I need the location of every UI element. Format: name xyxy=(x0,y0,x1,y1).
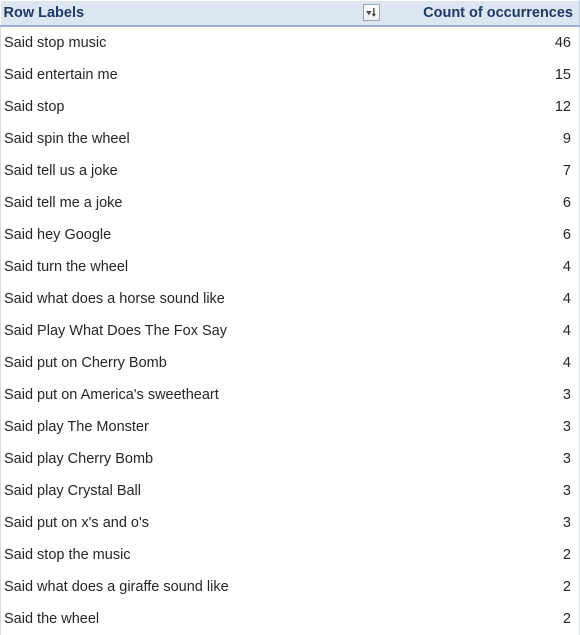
row-count-cell[interactable]: 6 xyxy=(359,186,580,219)
column-header-count-of-occurrences[interactable]: Count of occurrences xyxy=(359,0,580,27)
count-header-inner: Count of occurrences xyxy=(362,4,576,22)
table-row[interactable]: Said put on Cherry Bomb 4 xyxy=(0,346,580,379)
table-row[interactable]: Said what does a horse sound like 4 xyxy=(0,282,580,315)
row-label-cell[interactable]: Said stop the music xyxy=(0,538,360,571)
table-row[interactable]: Said hey Google 6 xyxy=(0,218,580,251)
row-count-cell[interactable]: 3 xyxy=(359,506,580,539)
row-label-cell[interactable]: Said stop music xyxy=(0,25,360,59)
table-row[interactable]: Said play The Monster 3 xyxy=(0,410,580,443)
sort-descending-filter-icon[interactable] xyxy=(362,4,380,22)
table-row[interactable]: Said Play What Does The Fox Say 4 xyxy=(0,314,580,347)
pivot-table: Row Labels Count of occurrences Said sto… xyxy=(0,0,580,635)
table-row[interactable]: Said the wheel 2 xyxy=(0,602,580,635)
column-header-count-text: Count of occurrences xyxy=(423,4,573,21)
row-label-cell[interactable]: Said put on Cherry Bomb xyxy=(0,346,360,379)
row-count-cell[interactable]: 2 xyxy=(359,570,580,603)
row-count-cell[interactable]: 4 xyxy=(359,346,580,379)
row-label-cell[interactable]: Said play Crystal Ball xyxy=(0,474,360,507)
row-label-cell[interactable]: Said put on x's and o's xyxy=(0,506,360,539)
table-row[interactable]: Said tell us a joke 7 xyxy=(0,154,580,187)
pivot-table-body: Said stop music 46 Said entertain me 15 Said… xyxy=(0,25,580,635)
row-label-cell[interactable]: Said turn the wheel xyxy=(0,250,360,283)
row-label-cell[interactable]: Said put on America's sweetheart xyxy=(0,378,360,411)
row-label-cell[interactable]: Said tell me a joke xyxy=(0,186,360,219)
table-row[interactable]: Said play Crystal Ball 3 xyxy=(0,474,580,507)
row-label-cell[interactable]: Said stop xyxy=(0,90,360,123)
table-row[interactable]: Said stop 12 xyxy=(0,90,580,123)
table-row[interactable]: Said play Cherry Bomb 3 xyxy=(0,442,580,475)
table-row[interactable]: Said stop the music 2 xyxy=(0,538,580,571)
table-row[interactable]: Said put on America's sweetheart 3 xyxy=(0,378,580,411)
row-count-cell[interactable]: 6 xyxy=(359,218,580,251)
row-label-cell[interactable]: Said tell us a joke xyxy=(0,154,360,187)
row-label-cell[interactable]: Said what does a horse sound like xyxy=(0,282,360,315)
row-count-cell[interactable]: 7 xyxy=(359,154,580,187)
row-count-cell[interactable]: 3 xyxy=(359,442,580,475)
header-row: Row Labels Count of occurrences xyxy=(0,0,580,27)
row-label-cell[interactable]: Said spin the wheel xyxy=(0,122,360,155)
row-label-cell[interactable]: Said play Cherry Bomb xyxy=(0,442,360,475)
row-label-cell[interactable]: Said Play What Does The Fox Say xyxy=(0,314,360,347)
table-row[interactable]: Said entertain me 15 xyxy=(0,58,580,91)
row-count-cell[interactable]: 9 xyxy=(359,122,580,155)
row-label-cell[interactable]: Said play The Monster xyxy=(0,410,360,443)
row-count-cell[interactable]: 4 xyxy=(359,250,580,283)
row-count-cell[interactable]: 2 xyxy=(359,602,580,635)
row-count-cell[interactable]: 3 xyxy=(359,410,580,443)
row-count-cell[interactable]: 2 xyxy=(359,538,580,571)
row-count-cell[interactable]: 15 xyxy=(359,58,580,91)
row-label-cell[interactable]: Said hey Google xyxy=(0,218,360,251)
row-count-cell[interactable]: 4 xyxy=(359,282,580,315)
row-count-cell[interactable]: 3 xyxy=(359,378,580,411)
table-row[interactable]: Said turn the wheel 4 xyxy=(0,250,580,283)
table-row[interactable]: Said put on x's and o's 3 xyxy=(0,506,580,539)
table-row[interactable]: Said spin the wheel 9 xyxy=(0,122,580,155)
table-row[interactable]: Said stop music 46 xyxy=(0,25,580,59)
table-row[interactable]: Said tell me a joke 6 xyxy=(0,186,580,219)
row-label-cell[interactable]: Said entertain me xyxy=(0,58,360,91)
row-label-cell[interactable]: Said the wheel xyxy=(0,602,360,635)
table-row[interactable]: Said what does a giraffe sound like 2 xyxy=(0,570,580,603)
row-count-cell[interactable]: 12 xyxy=(359,90,580,123)
row-label-cell[interactable]: Said what does a giraffe sound like xyxy=(0,570,360,603)
pivot-table-header: Row Labels Count of occurrences xyxy=(0,0,580,27)
row-count-cell[interactable]: 3 xyxy=(359,474,580,507)
column-header-row-labels[interactable]: Row Labels xyxy=(0,0,360,27)
row-count-cell[interactable]: 46 xyxy=(359,25,580,59)
row-count-cell[interactable]: 4 xyxy=(359,314,580,347)
column-header-row-labels-text: Row Labels xyxy=(3,4,85,21)
